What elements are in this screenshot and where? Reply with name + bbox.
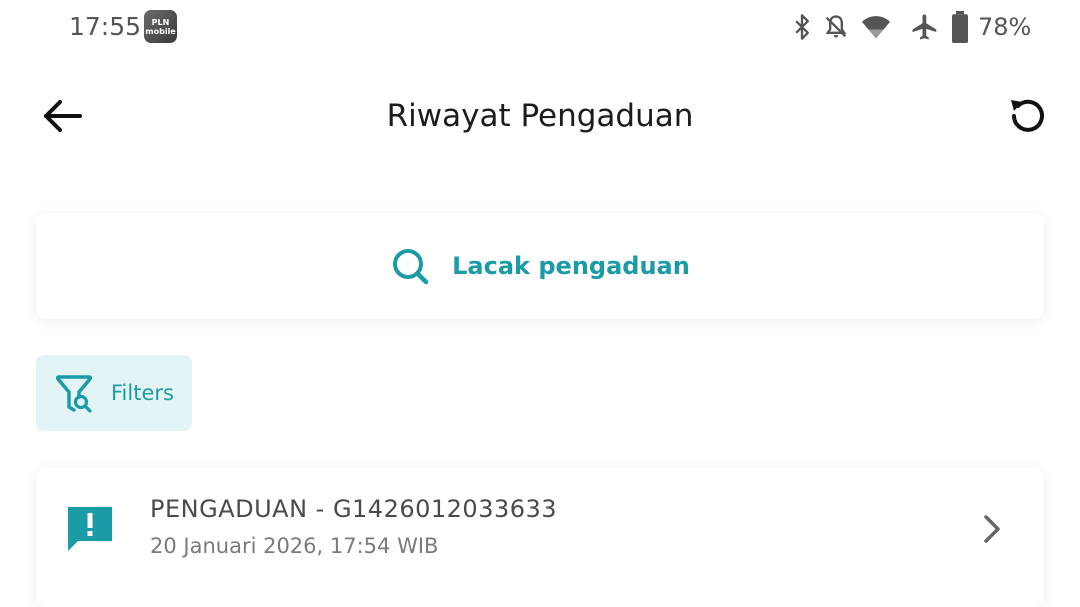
airplane-icon [912, 14, 937, 40]
filters-label: Filters [111, 381, 174, 405]
pln-mobile-app-icon: PLN mobile [144, 10, 177, 43]
chevron-right-icon [984, 515, 1000, 543]
track-complaint-content: Lacak pengaduan [36, 213, 1044, 319]
refresh-icon [1011, 99, 1044, 132]
page-title: Riwayat Pengaduan [386, 98, 694, 134]
complaint-list-item[interactable]: PENGADUAN - G1426012033633 20 Januari 20… [36, 467, 1044, 607]
bluetooth-icon [795, 14, 809, 40]
app-bar: Riwayat Pengaduan [0, 76, 1080, 156]
complaint-title: PENGADUAN - G1426012033633 [150, 495, 558, 523]
wifi-icon [862, 16, 890, 39]
alert-message-icon [68, 507, 112, 551]
app-badge-line1: PLN [151, 17, 170, 27]
app-badge-line2: mobile [145, 26, 176, 36]
track-complaint-label: Lacak pengaduan [452, 252, 690, 280]
battery-percent: 78% [978, 13, 1032, 41]
search-icon [393, 249, 429, 285]
battery-icon [952, 11, 968, 43]
track-complaint-button[interactable]: Lacak pengaduan [36, 213, 1044, 319]
filters-button[interactable]: Filters [36, 355, 192, 431]
status-time: 17:55 [69, 12, 142, 41]
complaint-date: 20 Januari 2026, 17:54 WIB [150, 534, 439, 558]
notifications-off-icon [825, 15, 847, 38]
filter-search-icon [56, 375, 93, 413]
status-bar: 17:55 PLN mobile 78% [0, 0, 1080, 56]
refresh-button[interactable] [1002, 94, 1050, 138]
